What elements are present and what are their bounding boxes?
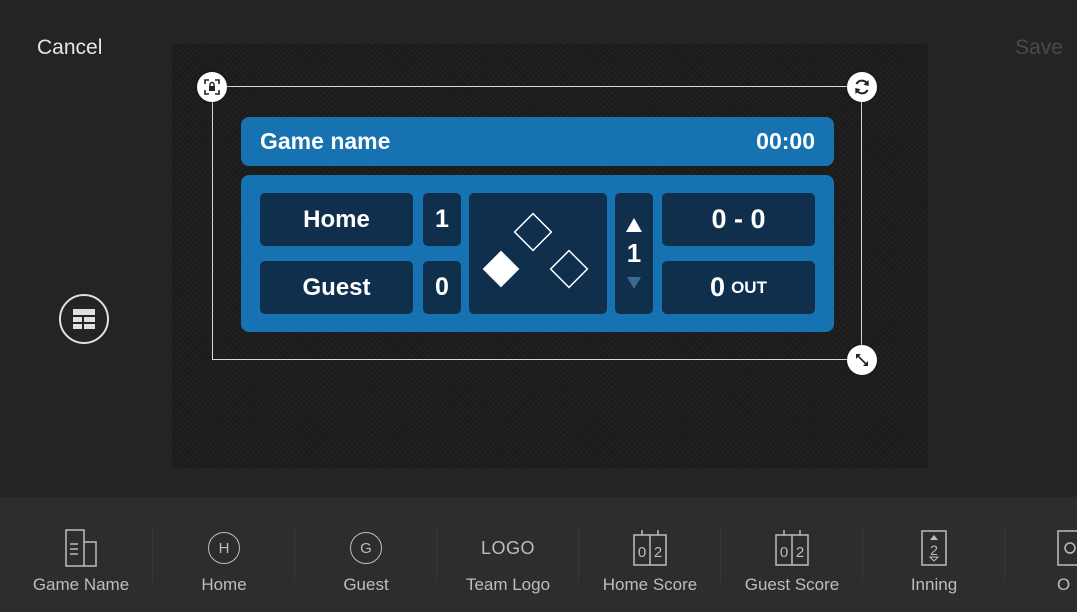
tool-home-score[interactable]: 0 2 Home Score [579, 497, 721, 612]
save-button[interactable]: Save [1015, 36, 1063, 60]
scoreboard-header[interactable]: Game name 00:00 [241, 117, 834, 166]
inning-bottom-arrow-icon [627, 277, 641, 289]
game-name-icon [65, 529, 97, 567]
guest-icon: G [350, 532, 382, 564]
guest-score-icon: 0 2 [775, 530, 809, 566]
lock-handle[interactable] [197, 72, 227, 102]
tool-label: O [1057, 575, 1071, 594]
first-base-icon [549, 249, 589, 289]
svg-text:0: 0 [780, 544, 788, 561]
inning-icon: 2 [921, 530, 947, 566]
tool-label: Home Score [602, 575, 698, 594]
tool-label: Team Logo [465, 575, 551, 594]
tool-team-logo[interactable]: LOGO Team Logo [437, 497, 579, 612]
guest-score: 0 [423, 261, 461, 314]
tool-outs[interactable]: O [1005, 497, 1077, 612]
tool-label: Guest [343, 575, 389, 594]
cancel-button[interactable]: Cancel [37, 36, 102, 60]
svg-text:0: 0 [638, 544, 646, 561]
inning-number: 1 [626, 238, 642, 268]
logo-icon: LOGO [480, 537, 535, 558]
tool-home[interactable]: H Home [153, 497, 295, 612]
tool-game-name[interactable]: Game Name [10, 497, 152, 612]
ball-strike-count: 0 - 0 [662, 193, 815, 246]
bases-diamond [469, 193, 607, 314]
tool-guest[interactable]: G Guest [295, 497, 437, 612]
tool-label: Home [201, 575, 247, 594]
layout-icon [73, 309, 95, 329]
layout-toggle-button[interactable] [59, 294, 109, 344]
rotate-icon [855, 79, 869, 95]
resize-handle[interactable] [847, 345, 877, 375]
scoreboard-body[interactable]: Home Guest 1 0 1 0 - 0 0 OUT [241, 175, 834, 332]
second-base-icon [513, 212, 553, 252]
game-name-text: Game name [260, 128, 391, 154]
home-icon: H [208, 532, 240, 564]
tool-label: Game Name [32, 575, 130, 594]
resize-diagonal-icon [856, 354, 868, 366]
outs-icon [1057, 530, 1077, 566]
svg-text:2: 2 [796, 544, 804, 561]
inning-top-arrow-icon [626, 218, 642, 232]
tool-label: Guest Score [744, 575, 840, 594]
game-clock: 00:00 [756, 128, 815, 154]
svg-text:2: 2 [654, 544, 662, 561]
outs-label: OUT [731, 277, 767, 297]
home-team-name: Home [260, 193, 413, 246]
outs-count: 0 [710, 272, 726, 302]
outs-display: 0 OUT [662, 261, 815, 314]
rotate-handle[interactable] [847, 72, 877, 102]
tool-label: Inning [910, 575, 958, 594]
tool-inning[interactable]: 2 Inning [863, 497, 1005, 612]
inning-indicator: 1 [615, 193, 653, 314]
guest-team-name: Guest [260, 261, 413, 314]
home-score-icon: 0 2 [633, 530, 667, 566]
lock-position-icon [204, 79, 220, 95]
element-toolbar: Game Name H Home G Guest LOGO Team Logo … [0, 497, 1077, 612]
tool-guest-score[interactable]: 0 2 Guest Score [721, 497, 863, 612]
third-base-icon [482, 250, 520, 288]
svg-text:2: 2 [930, 542, 938, 558]
home-score: 1 [423, 193, 461, 246]
